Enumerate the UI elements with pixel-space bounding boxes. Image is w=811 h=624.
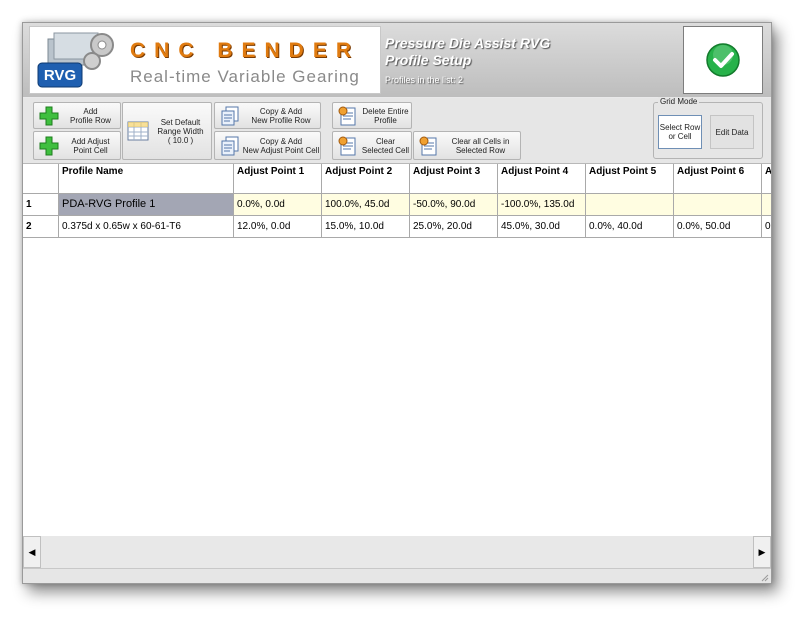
set-default-range-button[interactable]: Set Default Range Width ( 10.0 ) [122, 102, 212, 160]
green-plus-icon [37, 134, 61, 158]
adjust-point-cell[interactable]: 12.0%, 0.0d [234, 216, 322, 238]
delete-profile-label: Delete Entire Profile [362, 106, 409, 125]
copy-add-profile-row-button[interactable]: Copy & Add New Profile Row [214, 102, 321, 129]
header: RVG CNC BENDER Real-time Variable Gearin… [23, 23, 771, 97]
table-row[interactable]: 2 0.375d x 0.65w x 60-61-T6 12.0%, 0.0d … [23, 216, 771, 238]
add-profile-row-button[interactable]: Add Profile Row [33, 102, 121, 129]
scrollbar-thumb[interactable] [42, 538, 62, 566]
scroll-left-button[interactable]: ◀ [23, 536, 41, 568]
horizontal-scrollbar[interactable]: ◀ ▶ [23, 536, 771, 569]
copy-add-adjust-cell-label: Copy & Add New Adjust Point Cell [242, 136, 320, 155]
page-title-line2: Profile Setup [385, 52, 472, 68]
column-header[interactable]: Profile Name [59, 164, 234, 194]
scroll-right-button[interactable]: ▶ [753, 536, 771, 568]
column-header[interactable]: Adjust Point 5 [586, 164, 674, 194]
add-profile-row-label: Add Profile Row [70, 106, 111, 125]
column-header[interactable]: A [762, 164, 771, 194]
column-header[interactable]: Adjust Point 1 [234, 164, 322, 194]
adjust-point-cell[interactable]: -50.0%, 90.0d [410, 194, 498, 216]
resize-grip-icon[interactable] [759, 572, 769, 582]
green-plus-icon [37, 104, 61, 128]
brand-subtitle: Real-time Variable Gearing [130, 67, 360, 86]
adjust-point-cell[interactable] [586, 194, 674, 216]
brand-title: CNC BENDER [130, 39, 361, 62]
column-header[interactable]: Adjust Point 4 [498, 164, 586, 194]
profile-grid: Profile Name Adjust Point 1 Adjust Point… [23, 164, 771, 537]
adjust-point-cell[interactable]: 0.0%, 0.0d [234, 194, 322, 216]
logo-badge-text: RVG [44, 67, 76, 84]
ok-button[interactable] [683, 26, 763, 94]
adjust-point-cell[interactable]: 0.0%, 40.0d [586, 216, 674, 238]
column-header[interactable]: Adjust Point 2 [322, 164, 410, 194]
delete-profile-button[interactable]: Delete Entire Profile [332, 102, 412, 129]
toolbar: Add Profile Row Add Adjust Point Cell Se… [23, 97, 771, 164]
adjust-point-cell[interactable]: 100.0%, 45.0d [322, 194, 410, 216]
adjust-point-cell[interactable]: -100.0%, 135.0d [498, 194, 586, 216]
profiles-count: Profiles in the list: 2 [385, 75, 464, 85]
copy-add-profile-row-label: Copy & Add New Profile Row [251, 106, 311, 125]
adjust-point-cell[interactable]: 25.0%, 20.0d [410, 216, 498, 238]
profile-name-cell[interactable]: 0.375d x 0.65w x 60-61-T6 [59, 216, 234, 238]
adjust-point-cell[interactable]: 45.0%, 30.0d [498, 216, 586, 238]
clear-selected-cell-button[interactable]: Clear Selected Cell [332, 131, 412, 160]
logo-panel: RVG CNC BENDER Real-time Variable Gearin… [29, 26, 381, 94]
set-default-range-label: Set Default Range Width ( 10.0 ) [157, 117, 204, 145]
document-copy-icon [218, 104, 242, 128]
table-row[interactable]: 1 PDA-RVG Profile 1 0.0%, 0.0d 100.0%, 4… [23, 194, 771, 216]
clear-all-cells-button[interactable]: Clear all Cells in Selected Row [413, 131, 521, 160]
clear-all-cells-label: Clear all Cells in Selected Row [451, 136, 510, 155]
spreadsheet-icon [126, 119, 150, 143]
grid-mode-legend: Grid Mode [658, 97, 700, 106]
copy-add-adjust-cell-button[interactable]: Copy & Add New Adjust Point Cell [214, 131, 321, 160]
clear-selected-cell-label: Clear Selected Cell [361, 136, 410, 155]
adjust-point-cell[interactable] [674, 194, 762, 216]
add-adjust-point-cell-button[interactable]: Add Adjust Point Cell [33, 131, 121, 160]
arrow-left-icon: ◀ [28, 546, 36, 557]
column-header[interactable]: Adjust Point 6 [674, 164, 762, 194]
document-copy-icon [218, 134, 242, 158]
profile-name-cell[interactable]: PDA-RVG Profile 1 [59, 194, 234, 216]
grid-header-row: Profile Name Adjust Point 1 Adjust Point… [23, 164, 771, 194]
page-title: Pressure Die Assist RVG Profile Setup [385, 35, 550, 69]
page-title-line1: Pressure Die Assist RVG [385, 35, 551, 51]
clear-cell-icon [417, 134, 441, 158]
arrow-right-icon: ▶ [758, 546, 766, 557]
clear-cell-icon [336, 134, 360, 158]
profile-delete-icon [336, 104, 360, 128]
grid-mode-group: Grid Mode Select Row or Cell Edit Data [653, 97, 763, 159]
row-number[interactable]: 2 [23, 216, 59, 238]
checkmark-icon [706, 43, 740, 77]
adjust-point-cell[interactable]: 0.0%, 50.0d [674, 216, 762, 238]
rvg-logo-icon: RVG [36, 31, 122, 91]
app-window: RVG CNC BENDER Real-time Variable Gearin… [22, 22, 772, 584]
adjust-point-cell[interactable] [762, 194, 771, 216]
row-header-corner [23, 164, 59, 194]
column-header[interactable]: Adjust Point 3 [410, 164, 498, 194]
add-adjust-point-cell-label: Add Adjust Point Cell [71, 136, 110, 155]
adjust-point-cell[interactable]: 0 [762, 216, 771, 238]
row-number[interactable]: 1 [23, 194, 59, 216]
edit-data-button[interactable]: Edit Data [710, 115, 754, 149]
adjust-point-cell[interactable]: 15.0%, 10.0d [322, 216, 410, 238]
status-bar [23, 569, 771, 583]
select-row-or-cell-button[interactable]: Select Row or Cell [658, 115, 702, 149]
